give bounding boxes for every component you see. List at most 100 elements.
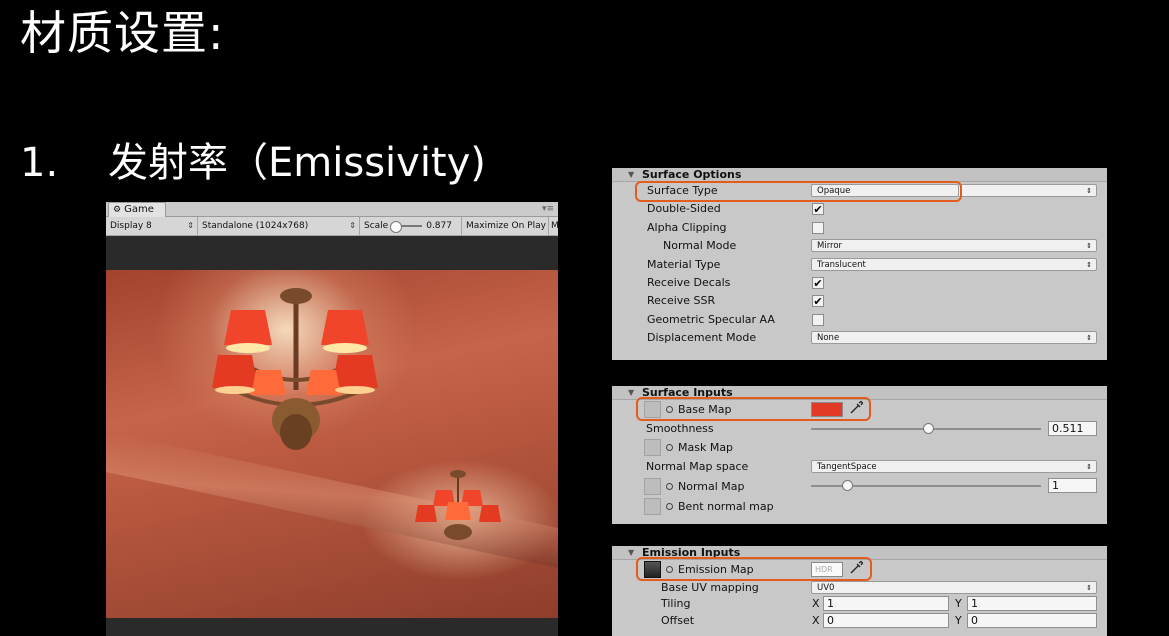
alpha-clipping-checkbox[interactable] [812,221,824,234]
bent-normal-texture-slot[interactable] [644,497,661,515]
dropdown-arrow-icon: ⇕ [1086,334,1092,343]
chandelier-image [212,288,501,540]
base-map-row: Base Map [612,397,1107,421]
normal-map-slider-knob[interactable] [841,479,853,491]
texture-picker-dot-icon[interactable] [666,406,673,413]
resolution-dropdown[interactable]: Standalone (1024x768) ⇕ [198,217,360,235]
emission-map-texture-slot[interactable] [644,561,661,578]
mask-map-texture-slot[interactable] [644,439,661,457]
surface-type-value: Opaque [817,186,851,196]
game-toolbar: Display 8 ⇕ Standalone (1024x768) ⇕ Scale 0… [106,217,558,236]
surface-type-dropdown-arrow[interactable]: ⇕ [959,184,1097,197]
material-type-value: Translucent [817,259,866,270]
game-window: ⚙ Game ▾≡ Display 8 ⇕ Standalone (1024x768… [106,202,558,636]
section-number: 1. [20,140,59,186]
game-viewport[interactable] [106,270,558,618]
normal-map-label-wrap: Normal Map [666,479,745,495]
tiling-y-field[interactable]: 1 [967,596,1097,611]
receive-ssr-label: Receive SSR [647,294,716,308]
surface-inputs-panel: ▼ Surface Inputs Base Map Smoothness 0.51… [612,386,1107,524]
base-uv-row: Base UV mapping UV0 ⇕ [612,580,1107,596]
smoothness-value-field[interactable]: 0.511 [1048,421,1097,436]
scale-value: 0.877 [426,221,452,231]
tiling-y-label: Y [955,597,962,610]
maximize-on-play-toggle[interactable]: Maximize On Play [462,217,549,235]
maximize-label: Maximize On Play [466,221,546,231]
normal-map-texture-slot[interactable] [644,477,661,495]
normal-map-label: Normal Map [678,479,745,493]
displacement-mode-row: Displacement Mode None ⇕ [612,329,1107,347]
scale-control[interactable]: Scale 0.877 [360,217,462,235]
texture-picker-dot-icon[interactable] [666,444,673,452]
normal-map-slider[interactable] [811,479,1041,491]
displacement-mode-dropdown[interactable]: None ⇕ [811,331,1097,345]
texture-picker-dot-icon[interactable] [666,482,673,490]
base-uv-value: UV0 [817,583,835,593]
geometric-aa-label: Geometric Specular AA [647,312,775,326]
bent-normal-label-wrap: Bent normal map [666,499,774,515]
emission-inputs-header[interactable]: ▼ Emission Inputs [612,546,1107,560]
double-sided-checkbox[interactable]: ✔ [812,203,824,216]
base-map-label-wrap: Base Map [666,402,732,418]
offset-y-field[interactable]: 0 [967,613,1097,628]
normal-map-space-label: Normal Map space [646,460,749,474]
foldout-triangle-icon[interactable]: ▼ [628,546,634,559]
tiling-row: Tiling X 1 Y 1 [612,596,1107,613]
eyedropper-icon[interactable] [848,560,864,576]
alpha-clipping-row: Alpha Clipping [612,219,1107,237]
smoothness-row: Smoothness 0.511 [612,420,1107,438]
foldout-triangle-icon[interactable]: ▼ [628,168,634,181]
eyedropper-icon[interactable] [848,400,864,416]
normal-map-value-field[interactable]: 1 [1048,477,1097,493]
surface-inputs-title: Surface Inputs [642,386,733,399]
geometric-aa-row: Geometric Specular AA [612,311,1107,329]
surface-type-dropdown[interactable]: Opaque [811,184,959,197]
game-controller-icon: ⚙ [113,205,122,215]
base-color-swatch[interactable] [811,402,843,417]
normal-map-row: Normal Map 1 [612,477,1107,497]
base-map-texture-slot[interactable] [644,401,661,418]
displacement-mode-label: Displacement Mode [647,331,757,345]
base-uv-dropdown[interactable]: UV0 ⇕ [811,581,1097,594]
surface-options-panel: ▼ Surface Options Surface Type Opaque ⇕ D… [612,168,1107,360]
normal-mode-dropdown[interactable]: Mirror ⇕ [811,239,1097,253]
material-type-dropdown[interactable]: Translucent ⇕ [811,257,1097,271]
resolution-label: Standalone (1024x768) [202,221,309,231]
normal-mode-row: Normal Mode Mirror ⇕ [612,237,1107,255]
receive-decals-row: Receive Decals ✔ [612,274,1107,292]
dropdown-arrow-icon: ⇕ [349,221,356,230]
surface-options-header[interactable]: ▼ Surface Options [612,168,1107,182]
scale-slider-knob[interactable] [390,220,403,233]
game-tab-bar: ⚙ Game ▾≡ [106,202,558,217]
scale-label: Scale [364,221,389,231]
smoothness-slider[interactable] [811,423,1041,434]
texture-picker-dot-icon[interactable] [666,502,673,510]
base-uv-label: Base UV mapping [661,581,759,594]
slide-title: 材质设置: [20,6,225,60]
material-type-row: Material Type Translucent ⇕ [612,256,1107,274]
tiling-x-label: X [812,597,820,610]
normal-map-space-dropdown[interactable]: TangentSpace ⇕ [811,460,1097,474]
toolbar-overflow[interactable]: M [549,217,558,235]
surface-type-row: Surface Type Opaque ⇕ [612,181,1107,202]
texture-picker-dot-icon[interactable] [666,566,673,573]
receive-ssr-row: Receive SSR ✔ [612,292,1107,310]
scale-slider[interactable] [390,220,423,233]
surface-inputs-header[interactable]: ▼ Surface Inputs [612,386,1107,400]
emission-hdr-color-field[interactable]: HDR [811,562,843,577]
smoothness-slider-knob[interactable] [922,423,934,434]
bent-normal-row: Bent normal map [612,497,1107,517]
geometric-aa-checkbox[interactable] [812,313,824,326]
offset-x-field[interactable]: 0 [823,613,949,628]
display-dropdown[interactable]: Display 8 ⇕ [106,217,198,235]
game-tab[interactable]: ⚙ Game [108,202,166,217]
tiling-x-field[interactable]: 1 [823,596,949,611]
double-sided-label: Double-Sided [647,202,721,216]
dropdown-arrow-icon: ⇕ [1086,463,1092,472]
receive-decals-checkbox[interactable]: ✔ [812,276,824,289]
foldout-triangle-icon[interactable]: ▼ [628,386,634,399]
window-menu-icon[interactable]: ▾≡ [542,202,554,216]
receive-ssr-checkbox[interactable]: ✔ [812,295,824,308]
offset-row: Offset X 0 Y 0 [612,613,1107,630]
bent-normal-label: Bent normal map [678,499,774,513]
